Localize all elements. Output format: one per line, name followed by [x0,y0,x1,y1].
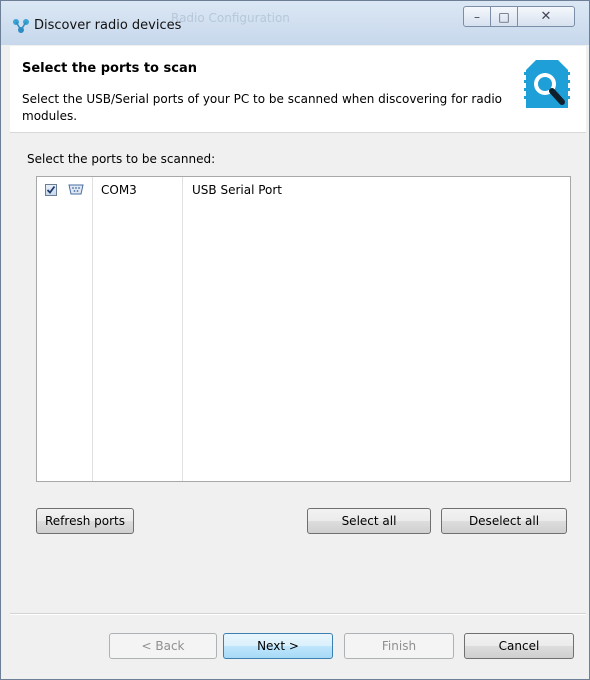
page-title: Select the ports to scan [22,61,197,76]
next-button[interactable]: Next > [223,633,333,659]
footer-divider-highlight [10,614,586,615]
port-description: USB Serial Port [192,183,283,197]
ports-label: Select the ports to be scanned: [27,152,216,166]
deselect-all-label: Deselect all [468,514,540,528]
column-divider [92,177,93,481]
refresh-ports-label: Refresh ports [45,514,125,528]
finish-label: Finish [381,639,417,653]
cancel-button[interactable]: Cancel [464,633,574,659]
select-all-label: Select all [341,514,397,528]
checkmark-icon [46,185,56,194]
back-label: < Back [141,639,185,653]
minimize-button[interactable]: – [463,6,491,27]
column-divider [182,177,183,481]
cancel-label: Cancel [498,639,540,653]
title-bar[interactable]: Discover radio devices Radio Configurati… [1,1,589,45]
port-checkbox[interactable] [45,184,57,196]
finish-button[interactable]: Finish [344,633,454,659]
radio-search-icon [524,60,570,108]
select-all-button[interactable]: Select all [307,508,431,534]
wizard-header: Select the ports to scan Select the USB/… [10,46,586,133]
close-icon: ✕ [540,9,552,24]
next-label: Next > [257,639,299,653]
app-network-icon [13,19,29,33]
window-title: Discover radio devices [34,18,182,33]
maximize-button[interactable]: □ [490,6,518,27]
serial-port-icon [68,184,84,195]
page-description: Select the USB/Serial ports of your PC t… [22,92,503,123]
maximize-icon: □ [498,9,510,24]
close-button[interactable]: ✕ [517,6,575,27]
minimize-icon: – [474,9,480,24]
port-row[interactable]: COM3 USB Serial Port [37,179,570,201]
deselect-all-button[interactable]: Deselect all [441,508,567,534]
back-button[interactable]: < Back [109,633,217,659]
background-window-title: Radio Configuration [171,11,290,25]
port-name: COM3 [101,183,137,197]
discover-radio-devices-window: Discover radio devices Radio Configurati… [0,0,590,680]
refresh-ports-button[interactable]: Refresh ports [36,508,134,534]
ports-list[interactable]: COM3 USB Serial Port [36,176,571,482]
